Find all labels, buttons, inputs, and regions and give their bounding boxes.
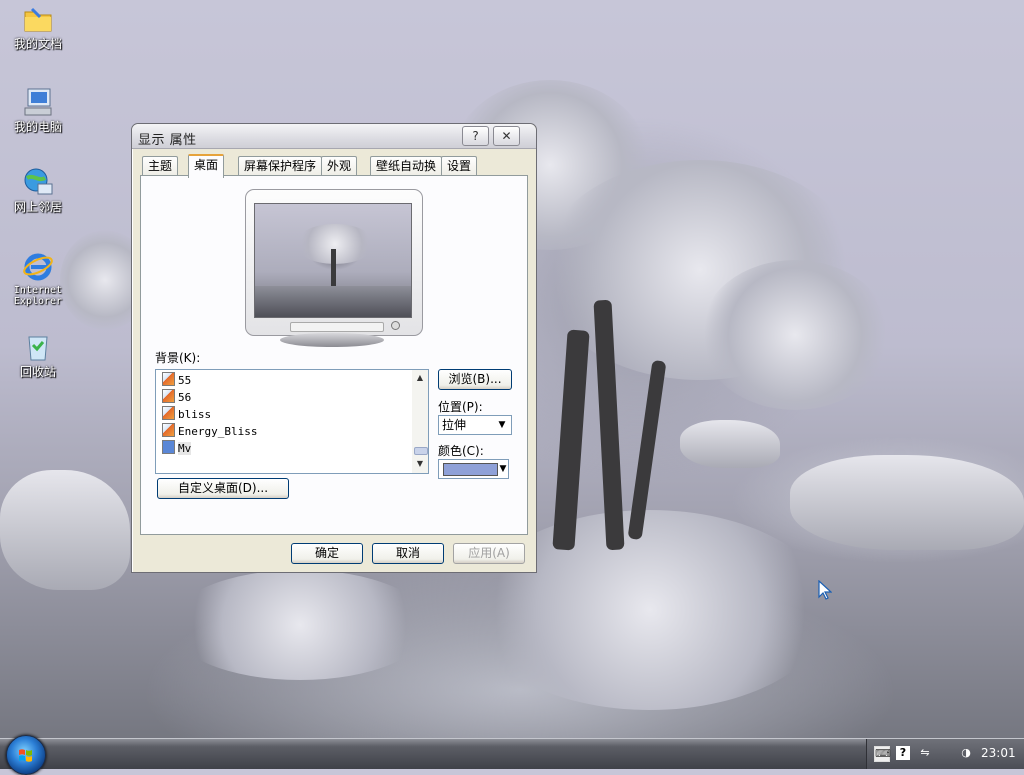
start-button[interactable] [6, 735, 46, 775]
windows-logo-icon [19, 749, 32, 762]
tab-wallpaper-changer[interactable]: 壁纸自动换 [370, 156, 443, 176]
keyboard-icon[interactable]: ⌨ [874, 746, 891, 762]
list-item[interactable]: Energy_Bliss [162, 423, 257, 440]
tab-label: 屏幕保护程序 [244, 159, 317, 173]
scrollbar-thumb[interactable] [414, 447, 428, 455]
display-properties-dialog: 显示 属性 ? ✕ 主题 桌面 屏幕保护程序 外观 壁纸自动换 设置 背景(K)… [131, 123, 537, 573]
browse-button[interactable]: 浏览(B)... [438, 369, 512, 390]
chevron-down-icon: ▼ [494, 417, 510, 433]
image-file-icon [162, 423, 175, 437]
position-select[interactable]: 拉伸 ▼ [438, 415, 512, 435]
wallpaper-preview [254, 203, 412, 318]
help-icon[interactable]: ? [896, 746, 910, 760]
background-listbox[interactable]: 55 56 bliss Energy_Bliss Mv ▲ ▼ [155, 369, 429, 474]
network-globe-icon [22, 166, 54, 198]
chevron-down-icon: ▼ [498, 461, 508, 477]
ok-button[interactable]: 确定 [291, 543, 363, 564]
tab-settings[interactable]: 设置 [441, 156, 478, 176]
tab-label: 桌面 [194, 158, 219, 172]
image-file-icon [162, 389, 175, 403]
close-button[interactable]: ✕ [493, 126, 520, 146]
monitor-preview [245, 189, 423, 336]
color-label: 颜色(C): [438, 444, 484, 458]
list-scrollbar[interactable]: ▲ ▼ [412, 370, 428, 473]
tab-appearance[interactable]: 外观 [321, 156, 358, 176]
system-tray: ⌨ ? ⇋ ◑ 23:01 [866, 739, 1024, 769]
desktop-icon-label: 回收站 [19, 365, 56, 379]
network-icon[interactable]: ⇋ [918, 746, 932, 760]
tab-screensaver[interactable]: 屏幕保护程序 [238, 156, 323, 176]
list-item[interactable]: 55 [162, 372, 191, 389]
volume-icon[interactable]: ◑ [959, 746, 973, 760]
list-item-label: Mv [178, 442, 192, 455]
position-label: 位置(P): [438, 400, 483, 414]
list-item-selected[interactable]: Mv [162, 440, 192, 457]
list-item-label: 56 [178, 391, 192, 404]
apply-button[interactable]: 应用(A) [453, 543, 525, 564]
frosted-foliage [170, 570, 430, 680]
computer-icon [22, 86, 54, 118]
desktop-icon-label: 网上邻居 [13, 200, 62, 214]
scroll-down-arrow-icon[interactable]: ▼ [413, 457, 427, 471]
taskbar: ⌨ ? ⇋ ◑ 23:01 [0, 735, 1024, 775]
scroll-up-arrow-icon[interactable]: ▲ [413, 371, 427, 385]
list-item[interactable]: 56 [162, 389, 191, 406]
dialog-titlebar[interactable]: 显示 属性 ? ✕ [132, 124, 536, 149]
snowy-rock [0, 470, 130, 590]
tab-label: 壁纸自动换 [376, 159, 437, 173]
desktop-icon-recycle-bin[interactable]: 回收站 [0, 331, 76, 379]
desktop-icon-label-line2: Explorer [13, 296, 63, 307]
monitor-slot [290, 322, 384, 332]
color-picker[interactable]: ▼ [438, 459, 509, 479]
snowy-rock [790, 455, 1024, 550]
dialog-title: 显示 属性 [138, 133, 197, 148]
desktop-icon-network[interactable]: 网上邻居 [0, 166, 76, 214]
cancel-button[interactable]: 取消 [372, 543, 444, 564]
taskbar-clock[interactable]: 23:01 [981, 746, 1016, 760]
desktop-icon-internet-explorer[interactable]: Internet Explorer [0, 250, 76, 307]
tab-desktop[interactable]: 桌面 [188, 154, 225, 178]
desktop-icon-my-documents[interactable]: 我的文档 [0, 3, 76, 51]
internet-explorer-icon [22, 250, 54, 282]
tab-label: 设置 [447, 159, 472, 173]
tab-label: 主题 [148, 159, 173, 173]
background-label: 背景(K): [155, 351, 201, 365]
tab-themes[interactable]: 主题 [142, 156, 179, 176]
desktop-icon-my-computer[interactable]: 我的电脑 [0, 86, 76, 134]
image-file-icon [162, 440, 175, 454]
position-value: 拉伸 [442, 418, 467, 432]
list-item-label: Energy_Bliss [178, 425, 258, 438]
recycle-bin-icon [22, 331, 54, 363]
desktop-icon-label: 我的文档 [13, 37, 62, 51]
close-icon: ✕ [501, 129, 512, 143]
list-item-label: 55 [178, 374, 192, 387]
help-icon: ? [472, 129, 479, 143]
color-swatch [443, 463, 498, 476]
monitor-stand [280, 333, 384, 347]
frosted-foliage [700, 260, 890, 410]
list-item[interactable]: bliss [162, 406, 211, 423]
customize-desktop-button[interactable]: 自定义桌面(D)... [157, 478, 289, 499]
monitor-power-button [391, 321, 400, 330]
list-item-label: bliss [178, 408, 212, 421]
snowy-rock [680, 420, 780, 468]
tab-label: 外观 [327, 159, 352, 173]
image-file-icon [162, 372, 175, 386]
desktop-icon-label: 我的电脑 [13, 120, 62, 134]
help-button[interactable]: ? [462, 126, 489, 146]
desktop-icon-label-line1: Internet [13, 285, 63, 296]
folder-icon [22, 3, 54, 35]
desktop-tab-panel: 背景(K): 55 56 bliss Energy_Bliss Mv ▲ ▼ 浏… [140, 175, 528, 535]
image-file-icon [162, 406, 175, 420]
